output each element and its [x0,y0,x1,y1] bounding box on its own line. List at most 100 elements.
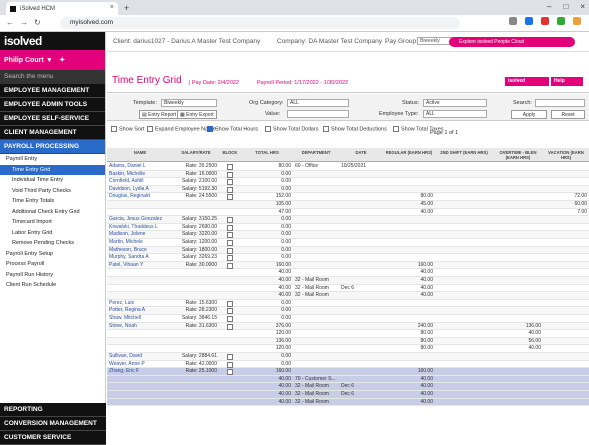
block-checkbox[interactable] [227,255,233,262]
value-select[interactable] [287,110,349,118]
table-row[interactable]: 105.00 45.00 60.00 [107,201,589,209]
block-checkbox[interactable] [227,232,233,239]
block-checkbox[interactable] [227,369,233,376]
grid-cell-name[interactable]: Kowalski, Thaddeus L [109,224,171,232]
payroll-menu-item[interactable]: Labor Entry Grid [0,228,105,239]
payroll-menu-item[interactable]: Timecard Import [0,217,105,228]
checkbox-box[interactable] [207,126,213,132]
block-checkbox[interactable] [227,323,233,330]
grid-cell-name[interactable]: Potter, Regina A [109,307,171,315]
table-row[interactable]: Weaver, Anne P Rate: 42.0000 0.00 [107,361,589,369]
table-row[interactable]: Adams, Daniel L Rate: 35.2500 80.00 60 - Of… [107,163,589,171]
status-select[interactable]: Active [423,99,487,107]
search-input[interactable] [535,99,585,107]
payroll-menu-item[interactable]: Remove Pending Checks [0,238,105,249]
payroll-menu-item[interactable]: Void Third Party Checks [0,186,105,197]
block-checkbox[interactable] [227,164,233,170]
grid-cell-name[interactable]: Matheson, Bruce [109,247,171,255]
payroll-menu-item[interactable]: Additional Check Entry Grid [0,207,105,218]
extension-icon[interactable] [557,17,565,25]
table-row[interactable]: 40.00 32 - Mail Room Dec 6 40.00 [107,391,589,399]
forward-icon[interactable]: → [20,18,28,27]
table-row[interactable]: 120.00 80.00 40.00 [107,345,589,353]
table-row[interactable]: Garcia, Jesus Gonzalez Salary: 3150.25 0.0… [107,216,589,224]
table-row[interactable]: Matheson, Bruce Salary: 1800.00 0.00 [107,246,589,255]
block-checkbox[interactable] [227,224,233,231]
grid-column-header[interactable]: VACATION (EARN HRS) [543,150,589,160]
nav-section-1[interactable]: EMPLOYEE ADMIN TOOLS [0,98,105,112]
table-row[interactable]: Madison, Jolene Salary: 3220.00 0.00 [107,231,589,239]
reload-icon[interactable]: ↻ [34,18,41,27]
org-category-select[interactable]: ALL [287,99,349,107]
grid-cell-name[interactable]: Perez, Luis [109,300,171,308]
grid-cell-name[interactable]: Douglas, Reginald [109,193,171,201]
checkbox-box[interactable] [265,126,271,132]
nav-section-2[interactable]: EMPLOYEE SELF-SERVICE [0,112,105,126]
star-icon[interactable] [525,17,533,25]
checkbox-box[interactable] [323,126,329,132]
new-tab-icon[interactable]: + [124,3,129,13]
grid-cell-name[interactable]: Madison, Jolene [109,231,171,239]
block-checkbox[interactable] [227,354,233,360]
grid-cell-name[interactable]: Shaw, Mitchell [109,315,171,323]
grid-cell-name[interactable]: Patel, Vihaan Y [109,262,171,270]
table-row[interactable]: 40.00 40.00 [107,269,589,277]
grid-column-header[interactable]: DEPARTMENT [293,150,339,155]
block-checkbox[interactable] [227,240,233,246]
table-row[interactable]: 40.00 32 - Mail Room 40.00 [107,292,589,300]
table-row[interactable]: Davidson, Lydia A Salary: 5192.30 0.00 [107,185,589,194]
payroll-menu-item[interactable]: Payroll Entry Setup [0,249,105,260]
university-button[interactable]: isolved University [505,77,549,93]
block-checkbox[interactable] [227,262,233,269]
close-tab-icon[interactable]: × [110,4,114,11]
grid-column-header[interactable]: REGULAR (EARN HRS) [383,150,435,155]
grid-cell-name[interactable]: Murphy, Sandra A [109,254,171,262]
table-row[interactable]: Baskin, Michelle Rate: 16.0000 0.00 [107,170,589,179]
url-field[interactable]: myisolved.com [60,17,460,29]
block-checkbox[interactable] [227,179,233,186]
apply-button[interactable]: Apply [511,110,547,119]
bottom-nav-section[interactable]: CONVERSION MANAGEMENT [0,417,106,431]
table-row[interactable]: Martin, Michele Salary: 1200.00 0.00 [107,239,589,247]
option-checkbox[interactable]: Show Total Dollars [265,126,318,132]
browser-tab[interactable]: iSolved HCM × [6,2,118,15]
bottom-nav-section[interactable]: REPORTING [0,403,106,417]
close-window-icon[interactable]: × [580,2,585,11]
table-row[interactable]: Kowalski, Thaddeus L Salary: 2690.00 0.00 [107,224,589,232]
user-menu[interactable]: Philip Court ▾ ✦ [0,50,105,70]
grid-column-header[interactable]: TOTAL HRS [241,150,293,155]
grid-column-header[interactable]: SALARY/RATE [173,150,219,155]
table-row[interactable]: 40.00 32 - Mail Room 40.00 [107,398,589,407]
payroll-menu-item[interactable]: Time Entry Grid [0,164,105,175]
table-row[interactable]: Potter, Regina A Rate: 28.2300 0.00 [107,307,589,315]
payroll-menu-item[interactable]: Payroll Run History [0,270,105,281]
table-row[interactable]: Cornfield, Ashlil Salary: 2100.00 0.00 [107,178,589,186]
minimize-icon[interactable]: – [547,2,551,11]
option-checkbox[interactable]: Show Total Hours [207,126,258,132]
profile-icon[interactable] [573,17,581,25]
block-checkbox[interactable] [227,217,233,224]
block-checkbox[interactable] [227,247,233,254]
extension-icon[interactable] [541,17,549,25]
table-row[interactable]: Perez, Luis Rate: 15.6300 0.00 [107,300,589,308]
option-checkbox[interactable]: Show Sort [111,126,144,132]
checkbox-box[interactable] [111,126,117,132]
grid-cell-name[interactable]: Baskin, Michelle [109,171,171,179]
block-checkbox[interactable] [227,300,233,307]
block-checkbox[interactable] [227,316,233,322]
table-row[interactable]: Patel, Vihaan Y Rate: 30.0000 160.00 160.00 [107,261,589,270]
block-checkbox[interactable] [227,171,233,178]
checkbox-box[interactable] [393,126,399,132]
template-select[interactable]: Biweekly [161,99,217,107]
grid-column-header[interactable]: BLOCK [219,150,241,155]
block-checkbox[interactable] [227,308,233,315]
table-row[interactable]: Murphy, Sandra A Salary: 3269.23 0.00 [107,254,589,262]
employee-type-select[interactable]: ALL [423,110,487,118]
nav-section-4[interactable]: PAYROLL PROCESSING [0,140,105,154]
block-checkbox[interactable] [227,361,233,368]
payroll-menu-item[interactable]: Individual Time Entry [0,175,105,186]
entry-report-button[interactable]: ▤ Entry Report [139,110,180,119]
table-row[interactable]: 40.00 32 - Mail Room Dec 6 40.00 [107,285,589,293]
nav-section-0[interactable]: EMPLOYEE MANAGEMENT [0,84,105,98]
grid-cell-name[interactable]: Weaver, Anne P [109,361,171,369]
